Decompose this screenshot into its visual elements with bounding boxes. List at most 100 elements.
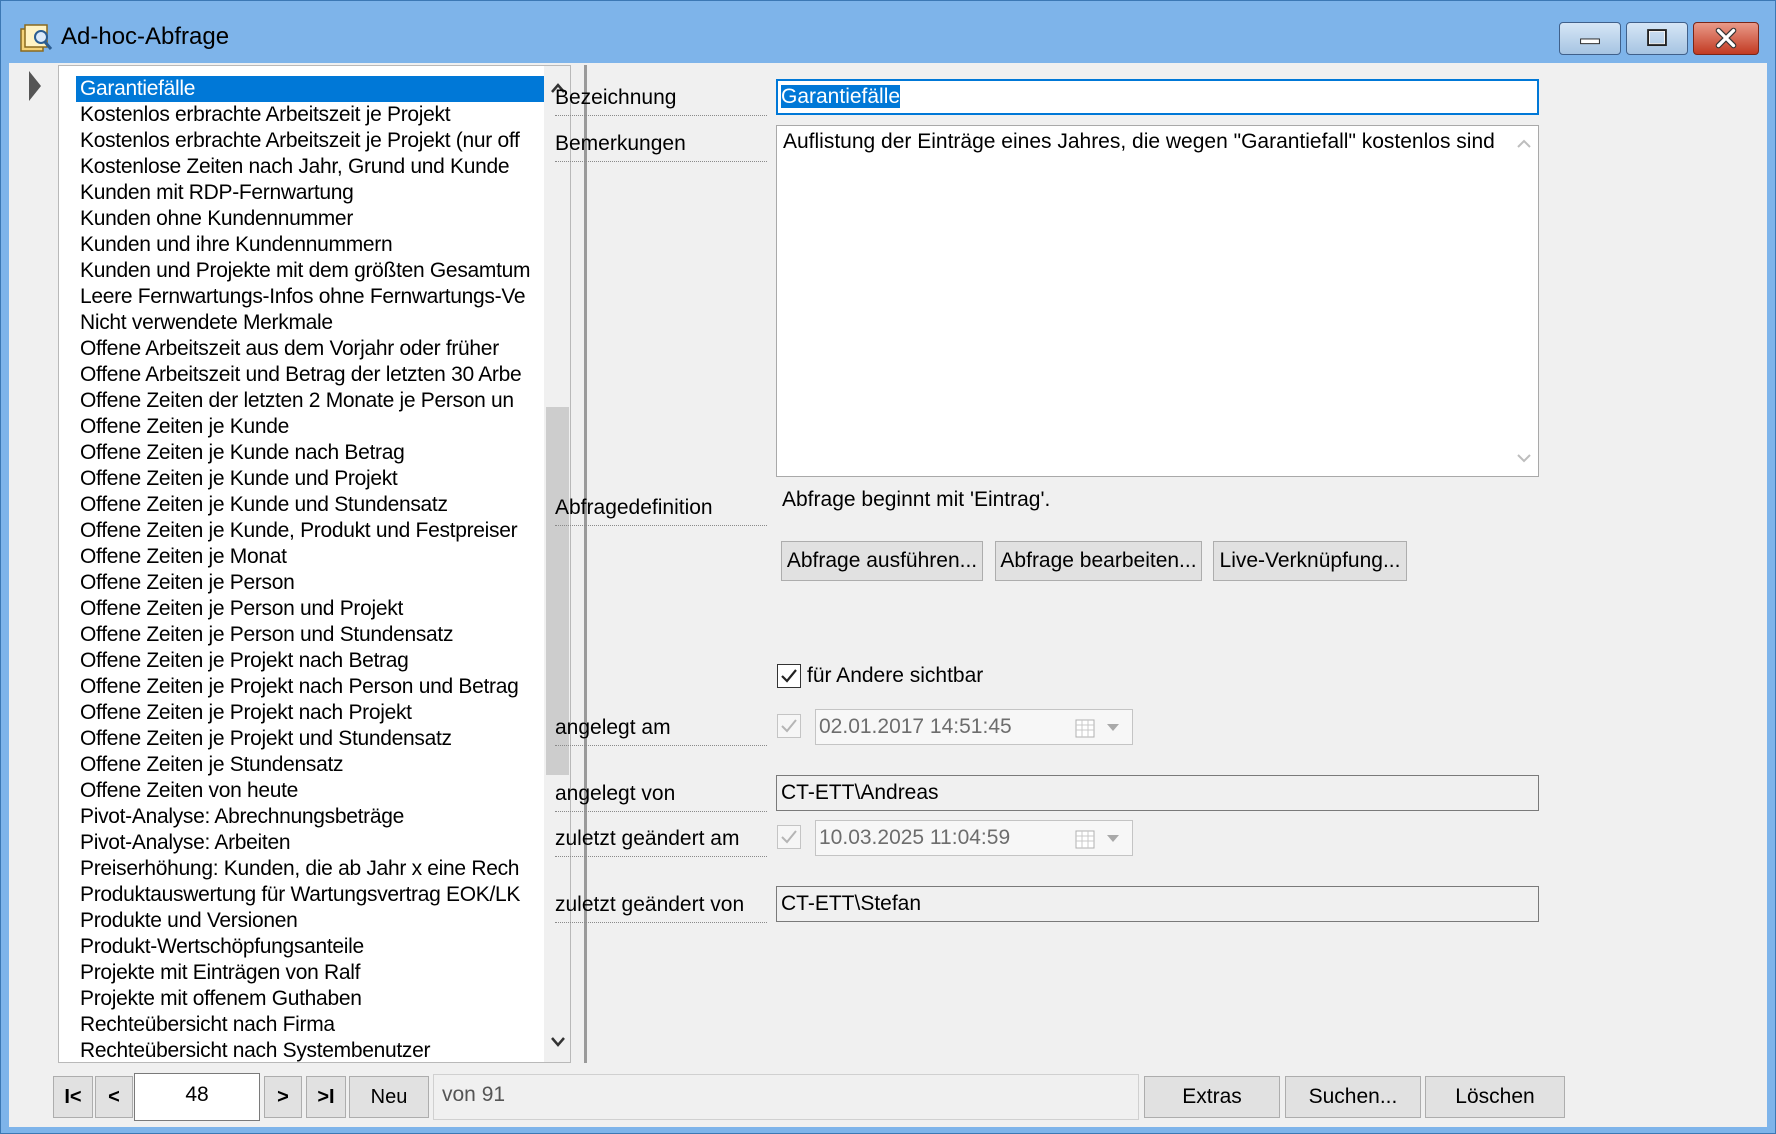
angelegt-von-field: CT-ETT\Andreas [776, 775, 1539, 811]
list-item[interactable]: Produkte und Versionen [76, 908, 545, 934]
last-record-button[interactable]: >I [306, 1076, 346, 1118]
list-item[interactable]: Projekte mit Einträgen von Ralf [76, 960, 545, 986]
chevron-down-icon [1107, 724, 1119, 731]
abfragedefinition-text: Abfrage beginnt mit 'Eintrag'. [782, 488, 1051, 511]
query-list[interactable]: Garantiefälle Kostenlos erbrachte Arbeits… [58, 65, 571, 1063]
list-item[interactable]: Kostenlose Zeiten nach Jahr, Grund und K… [76, 154, 545, 180]
client-area: Garantiefälle Kostenlos erbrachte Arbeits… [9, 63, 1767, 1127]
list-item[interactable]: Rechteübersicht nach Systembenutzer [76, 1038, 545, 1062]
list-item[interactable]: Offene Zeiten je Person und Projekt [76, 596, 545, 622]
checkmark-icon [781, 719, 797, 733]
list-item[interactable]: Kunden ohne Kundennummer [76, 206, 545, 232]
geaendert-am-checkbox [777, 825, 801, 849]
list-item[interactable]: Produktauswertung für Wartungsvertrag EO… [76, 882, 545, 908]
record-navigator: I< < 48 > >I Neu von 91 Extras Suchen...… [9, 1069, 1767, 1127]
detail-panel: Bezeichnung Garantiefälle Bemerkungen Au… [555, 63, 1767, 1069]
angelegt-am-datepicker: 02.01.2017 14:51:45 [815, 709, 1133, 745]
app-window: Ad-hoc-Abfrage Garantiefälle Kostenlos er… [0, 0, 1776, 1134]
bemerkungen-value: Auflistung der Einträge eines Jahres, di… [783, 130, 1495, 153]
list-item[interactable]: Offene Zeiten je Kunde, Produkt und Fest… [76, 518, 545, 544]
bezeichnung-input[interactable]: Garantiefälle [776, 79, 1539, 115]
list-item[interactable]: Kunden und Projekte mit dem größten Gesa… [76, 258, 545, 284]
previous-record-button[interactable]: < [95, 1076, 133, 1118]
list-item[interactable]: Offene Zeiten je Kunde nach Betrag [76, 440, 545, 466]
list-item[interactable]: Offene Arbeitszeit aus dem Vorjahr oder … [76, 336, 545, 362]
bemerkungen-scrollbar[interactable] [1511, 127, 1537, 475]
calendar-icon [1075, 830, 1095, 849]
list-item[interactable]: Garantiefälle [76, 76, 545, 102]
loeschen-button[interactable]: Löschen [1425, 1076, 1565, 1118]
list-item[interactable]: Rechteübersicht nach Firma [76, 1012, 545, 1038]
list-item[interactable]: Pivot-Analyse: Abrechnungsbeträge [76, 804, 545, 830]
suchen-button[interactable]: Suchen... [1285, 1076, 1421, 1118]
list-item[interactable]: Offene Zeiten der letzten 2 Monate je Pe… [76, 388, 545, 414]
list-item[interactable]: Offene Zeiten je Projekt und Stundensatz [76, 726, 545, 752]
list-item[interactable]: Offene Zeiten je Monat [76, 544, 545, 570]
window-title: Ad-hoc-Abfrage [61, 23, 230, 50]
record-count-text: von 91 [433, 1074, 1139, 1120]
list-item[interactable]: Preiserhöhung: Kunden, die ab Jahr x ein… [76, 856, 545, 882]
query-list-items: Garantiefälle Kostenlos erbrachte Arbeits… [76, 76, 545, 1062]
first-record-button[interactable]: I< [53, 1076, 93, 1118]
scroll-down-icon[interactable] [544, 1024, 571, 1060]
list-item[interactable]: Offene Zeiten je Kunde und Projekt [76, 466, 545, 492]
list-item[interactable]: Leere Fernwartungs-Infos ohne Fernwartun… [76, 284, 545, 310]
abfrage-ausfuehren-button[interactable]: Abfrage ausführen... [781, 541, 983, 581]
geaendert-von-label: zuletzt geändert von [555, 892, 767, 923]
minimize-icon [1580, 38, 1600, 45]
chevron-down-icon [1107, 835, 1119, 842]
geaendert-am-value: 10.03.2025 11:04:59 [819, 826, 1011, 849]
bezeichnung-value: Garantiefälle [781, 85, 901, 108]
live-verknuepfung-button[interactable]: Live-Verknüpfung... [1213, 541, 1407, 581]
geaendert-von-field: CT-ETT\Stefan [776, 886, 1539, 922]
list-item[interactable]: Produkt-Wertschöpfungsanteile [76, 934, 545, 960]
list-item[interactable]: Offene Zeiten je Projekt nach Betrag [76, 648, 545, 674]
list-item[interactable]: Offene Arbeitszeit und Betrag der letzte… [76, 362, 545, 388]
geaendert-am-label: zuletzt geändert am [555, 826, 767, 857]
sichtbar-checkbox[interactable] [777, 664, 801, 688]
angelegt-am-label: angelegt am [555, 715, 767, 746]
maximize-icon [1647, 29, 1667, 47]
list-item[interactable]: Offene Zeiten je Person [76, 570, 545, 596]
list-item[interactable]: Offene Zeiten je Stundensatz [76, 752, 545, 778]
extras-button[interactable]: Extras [1144, 1076, 1280, 1118]
list-item[interactable]: Pivot-Analyse: Arbeiten [76, 830, 545, 856]
abfrage-bearbeiten-button[interactable]: Abfrage bearbeiten... [995, 541, 1202, 581]
bemerkungen-label: Bemerkungen [555, 131, 767, 162]
list-item[interactable]: Kostenlos erbrachte Arbeitszeit je Proje… [76, 102, 545, 128]
list-item[interactable]: Offene Zeiten je Person und Stundensatz [76, 622, 545, 648]
list-item[interactable]: Kunden und ihre Kundennummern [76, 232, 545, 258]
close-icon [1715, 27, 1737, 49]
list-item[interactable]: Offene Zeiten je Projekt nach Person und… [76, 674, 545, 700]
list-item[interactable]: Offene Zeiten je Kunde [76, 414, 545, 440]
sichtbar-label[interactable]: für Andere sichtbar [807, 664, 983, 688]
close-button[interactable] [1693, 22, 1759, 55]
list-item[interactable]: Offene Zeiten je Kunde und Stundensatz [76, 492, 545, 518]
checkmark-icon [781, 669, 797, 683]
list-item[interactable]: Kunden mit RDP-Fernwartung [76, 180, 545, 206]
angelegt-am-value: 02.01.2017 14:51:45 [819, 715, 1012, 738]
abfragedefinition-label: Abfragedefinition [555, 495, 767, 526]
bemerkungen-textarea[interactable]: Auflistung der Einträge eines Jahres, di… [776, 125, 1539, 477]
collapse-panel-icon[interactable] [27, 69, 43, 103]
list-item[interactable]: Kostenlos erbrachte Arbeitszeit je Proje… [76, 128, 545, 154]
bezeichnung-label: Bezeichnung [555, 85, 767, 116]
list-item[interactable]: Offene Zeiten von heute [76, 778, 545, 804]
title-bar[interactable]: Ad-hoc-Abfrage [1, 1, 1775, 63]
record-number-input[interactable]: 48 [134, 1073, 260, 1121]
maximize-button[interactable] [1626, 22, 1688, 55]
calendar-icon [1075, 719, 1095, 738]
list-item[interactable]: Offene Zeiten je Projekt nach Projekt [76, 700, 545, 726]
memo-scroll-down-icon[interactable] [1511, 443, 1537, 473]
next-record-button[interactable]: > [264, 1076, 302, 1118]
geaendert-am-datepicker: 10.03.2025 11:04:59 [815, 820, 1133, 856]
angelegt-am-checkbox [777, 714, 801, 738]
memo-scroll-up-icon[interactable] [1511, 129, 1537, 159]
list-item[interactable]: Nicht verwendete Merkmale [76, 310, 545, 336]
checkmark-icon [781, 830, 797, 844]
minimize-button[interactable] [1559, 22, 1621, 55]
list-item[interactable]: Projekte mit offenem Guthaben [76, 986, 545, 1012]
query-app-icon [20, 24, 53, 52]
angelegt-von-label: angelegt von [555, 781, 767, 812]
new-record-button[interactable]: Neu [349, 1076, 429, 1118]
